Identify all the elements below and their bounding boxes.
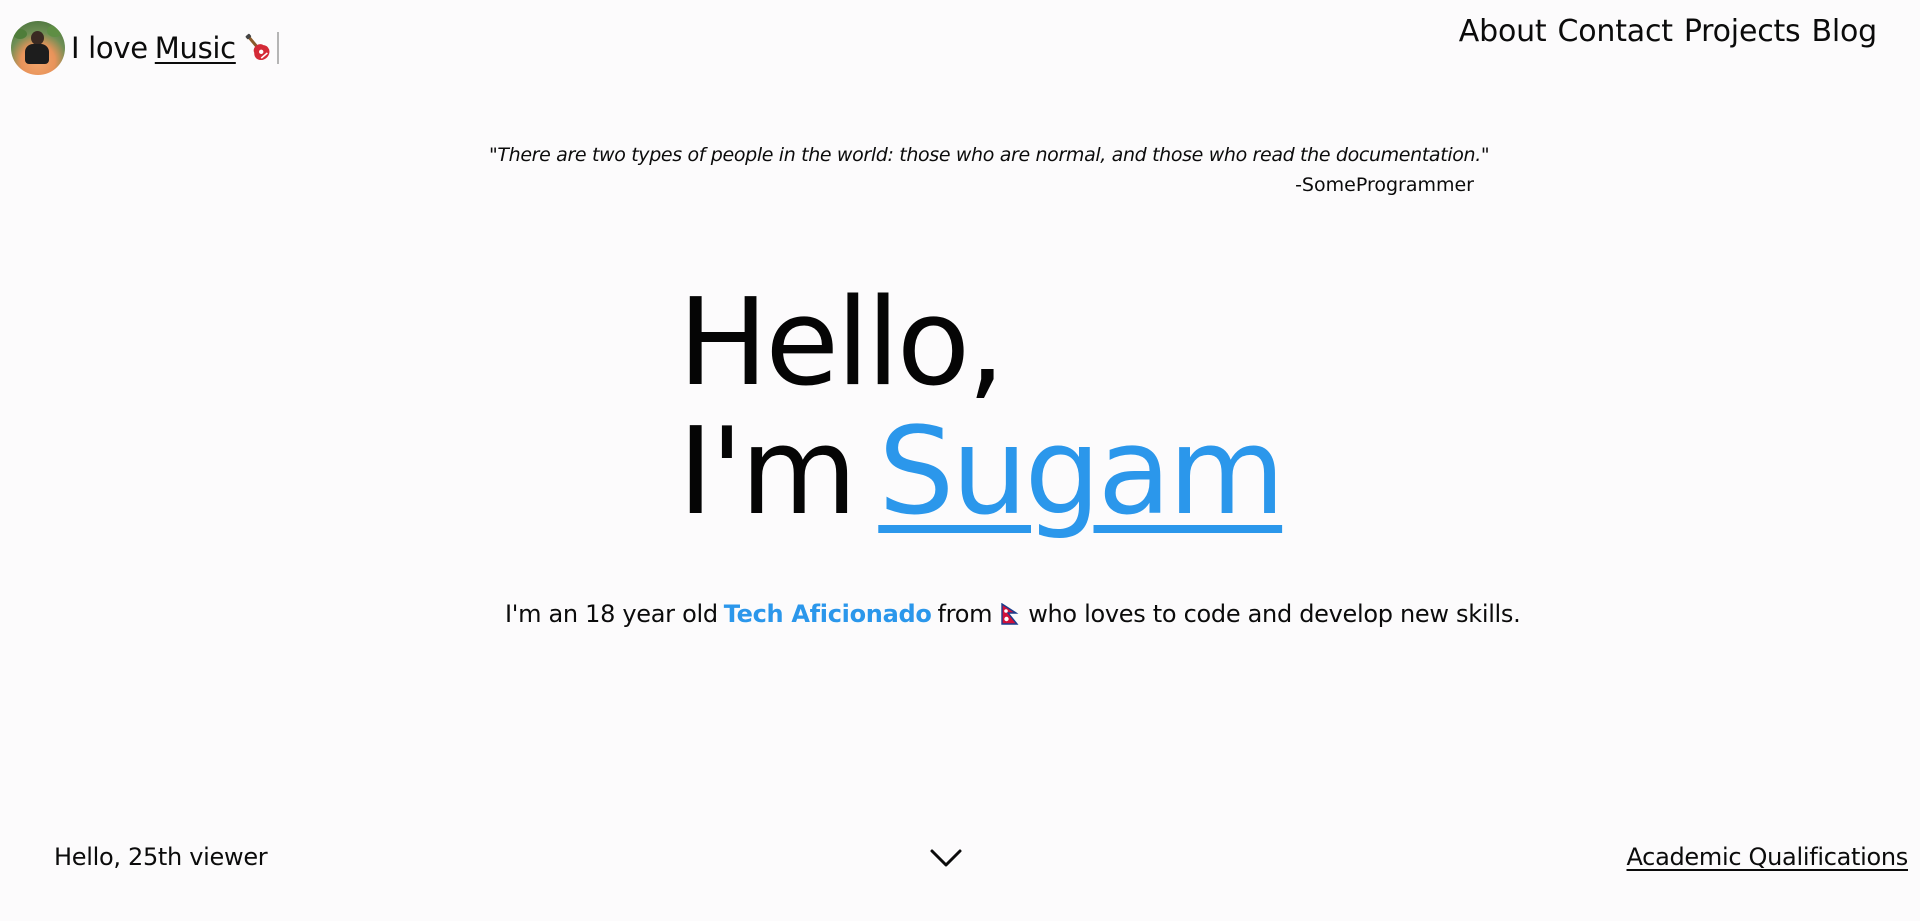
brand[interactable]: I love Music [11,21,279,75]
hero-greeting: Hello, [678,274,1005,413]
brand-text: I love Music [71,31,279,65]
hero-prefix: I'm [678,403,857,542]
quote: "There are two types of people in the wo… [489,144,1490,196]
quote-text: "There are two types of people in the wo… [489,144,1490,166]
hero-name-link[interactable]: Sugam [878,403,1285,542]
nav-projects[interactable]: Projects [1684,14,1801,49]
quote-author: -SomeProgrammer [1295,174,1474,196]
guitar-icon [245,33,270,61]
viewer-count: Hello, 25th viewer [54,843,268,871]
main-nav: About Contact Projects Blog [1459,14,1877,49]
nav-blog[interactable]: Blog [1811,14,1877,49]
intro-before: I'm an 18 year old [505,600,718,628]
academic-qualifications-link[interactable]: Academic Qualifications [1626,843,1908,871]
typing-cursor [276,32,279,64]
chevron-down-icon[interactable] [929,846,963,870]
avatar [11,21,65,75]
intro-sentence: I'm an 18 year old Tech Aficionado from … [505,600,1521,628]
nepal-flag-icon [1001,603,1019,625]
brand-word: Music [154,31,236,65]
intro-middle: from [937,600,993,628]
intro-highlight: Tech Aficionado [723,600,932,628]
hero: Hello, I'm Sugam [678,274,1285,533]
intro-after: who loves to code and develop new skills… [1028,600,1521,628]
nav-about[interactable]: About [1459,14,1547,49]
nav-contact[interactable]: Contact [1557,14,1673,49]
page: I love Music About Contact Projects Blog… [0,0,1920,921]
brand-prefix: I love [71,31,148,65]
hero-intro-line: I'm Sugam [678,413,1285,533]
